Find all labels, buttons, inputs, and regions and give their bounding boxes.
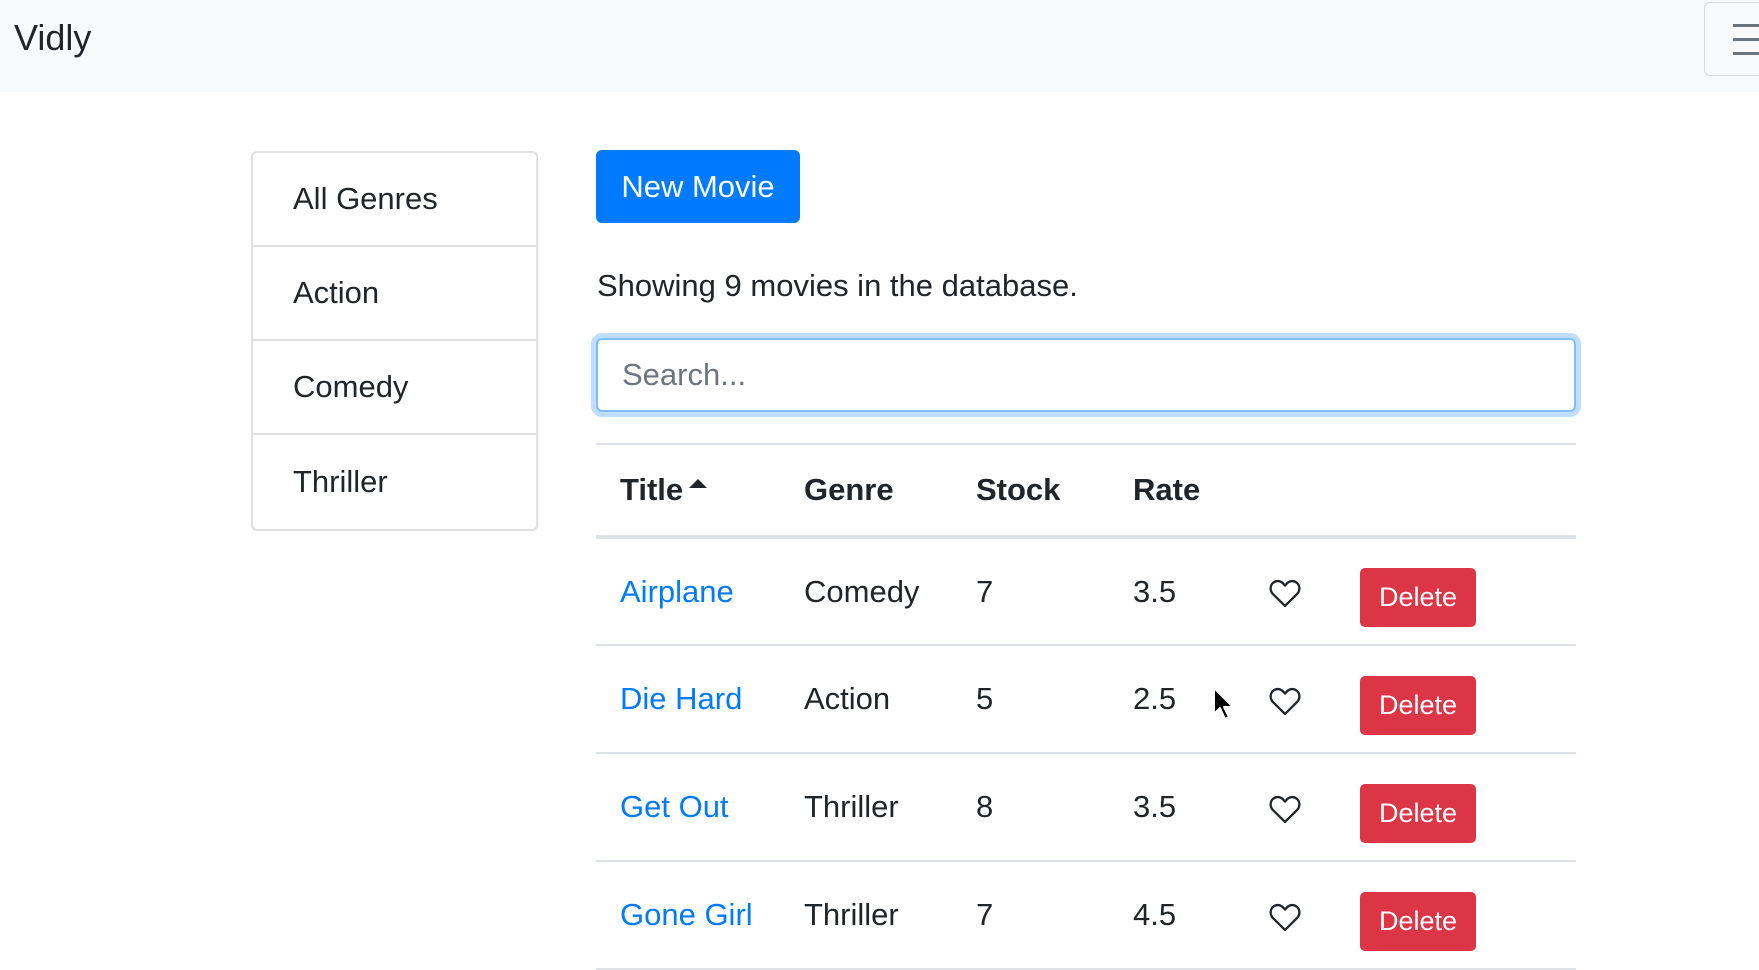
table-row: Die Hard Action 5 2.5 Delete: [596, 645, 1576, 754]
movie-stock: 7: [952, 537, 1109, 646]
movie-rate: 4.5: [1109, 861, 1244, 970]
column-header-stock[interactable]: Stock: [952, 443, 1109, 539]
heart-icon[interactable]: [1268, 578, 1302, 608]
movies-table: Title Genre Stock Rate Airplane Comedy 7…: [596, 443, 1576, 970]
mouse-pointer-icon: [1213, 687, 1234, 720]
column-genre-label: Genre: [804, 472, 894, 507]
column-header-title[interactable]: Title: [596, 443, 780, 539]
movie-title-link[interactable]: Gone Girl: [620, 897, 753, 932]
genre-list: All Genres Action Comedy Thriller: [251, 151, 538, 531]
genre-item-comedy[interactable]: Comedy: [253, 341, 536, 435]
movie-stock: 8: [952, 753, 1109, 862]
column-header-rate[interactable]: Rate: [1109, 443, 1244, 539]
movie-genre: Action: [780, 645, 952, 754]
table-row: Get Out Thriller 8 3.5 Delete: [596, 753, 1576, 862]
column-header-genre[interactable]: Genre: [780, 443, 952, 539]
genre-item-action[interactable]: Action: [253, 247, 536, 341]
delete-button[interactable]: Delete: [1360, 891, 1476, 951]
delete-button[interactable]: Delete: [1360, 568, 1476, 627]
movie-rate: 3.5: [1109, 537, 1244, 646]
movie-count-summary: Showing 9 movies in the database.: [597, 268, 1078, 303]
movie-stock: 5: [952, 645, 1109, 754]
movie-title-link[interactable]: Airplane: [620, 574, 734, 609]
movie-rate: 3.5: [1109, 753, 1244, 862]
movie-genre: Thriller: [780, 753, 952, 862]
movie-title-link[interactable]: Die Hard: [620, 681, 742, 716]
heart-icon[interactable]: [1268, 794, 1302, 824]
heart-icon[interactable]: [1268, 902, 1302, 932]
navbar-brand[interactable]: Vidly: [14, 16, 91, 60]
movie-genre: Comedy: [780, 537, 952, 646]
column-rate-label: Rate: [1133, 472, 1201, 507]
column-header-like: [1244, 443, 1336, 539]
table-row: Gone Girl Thriller 7 4.5 Delete: [596, 861, 1576, 970]
navbar-toggler-button[interactable]: [1704, 2, 1759, 76]
table-row: Airplane Comedy 7 3.5 Delete: [596, 537, 1576, 646]
delete-button[interactable]: Delete: [1360, 783, 1476, 843]
column-header-delete: [1336, 443, 1576, 539]
heart-icon[interactable]: [1268, 686, 1302, 716]
movie-title-link[interactable]: Get Out: [620, 789, 729, 824]
table-header-row: Title Genre Stock Rate: [596, 443, 1576, 539]
sort-asc-icon: [689, 479, 708, 488]
movie-stock: 7: [952, 861, 1109, 970]
delete-button[interactable]: Delete: [1360, 675, 1476, 735]
navbar: Vidly: [0, 0, 1759, 92]
column-title-label: Title: [620, 472, 684, 507]
column-stock-label: Stock: [976, 472, 1061, 507]
genre-item-all[interactable]: All Genres: [253, 153, 536, 247]
genre-item-thriller[interactable]: Thriller: [253, 435, 536, 529]
search-input[interactable]: [596, 338, 1576, 412]
new-movie-button[interactable]: New Movie: [596, 150, 800, 223]
movie-genre: Thriller: [780, 861, 952, 970]
